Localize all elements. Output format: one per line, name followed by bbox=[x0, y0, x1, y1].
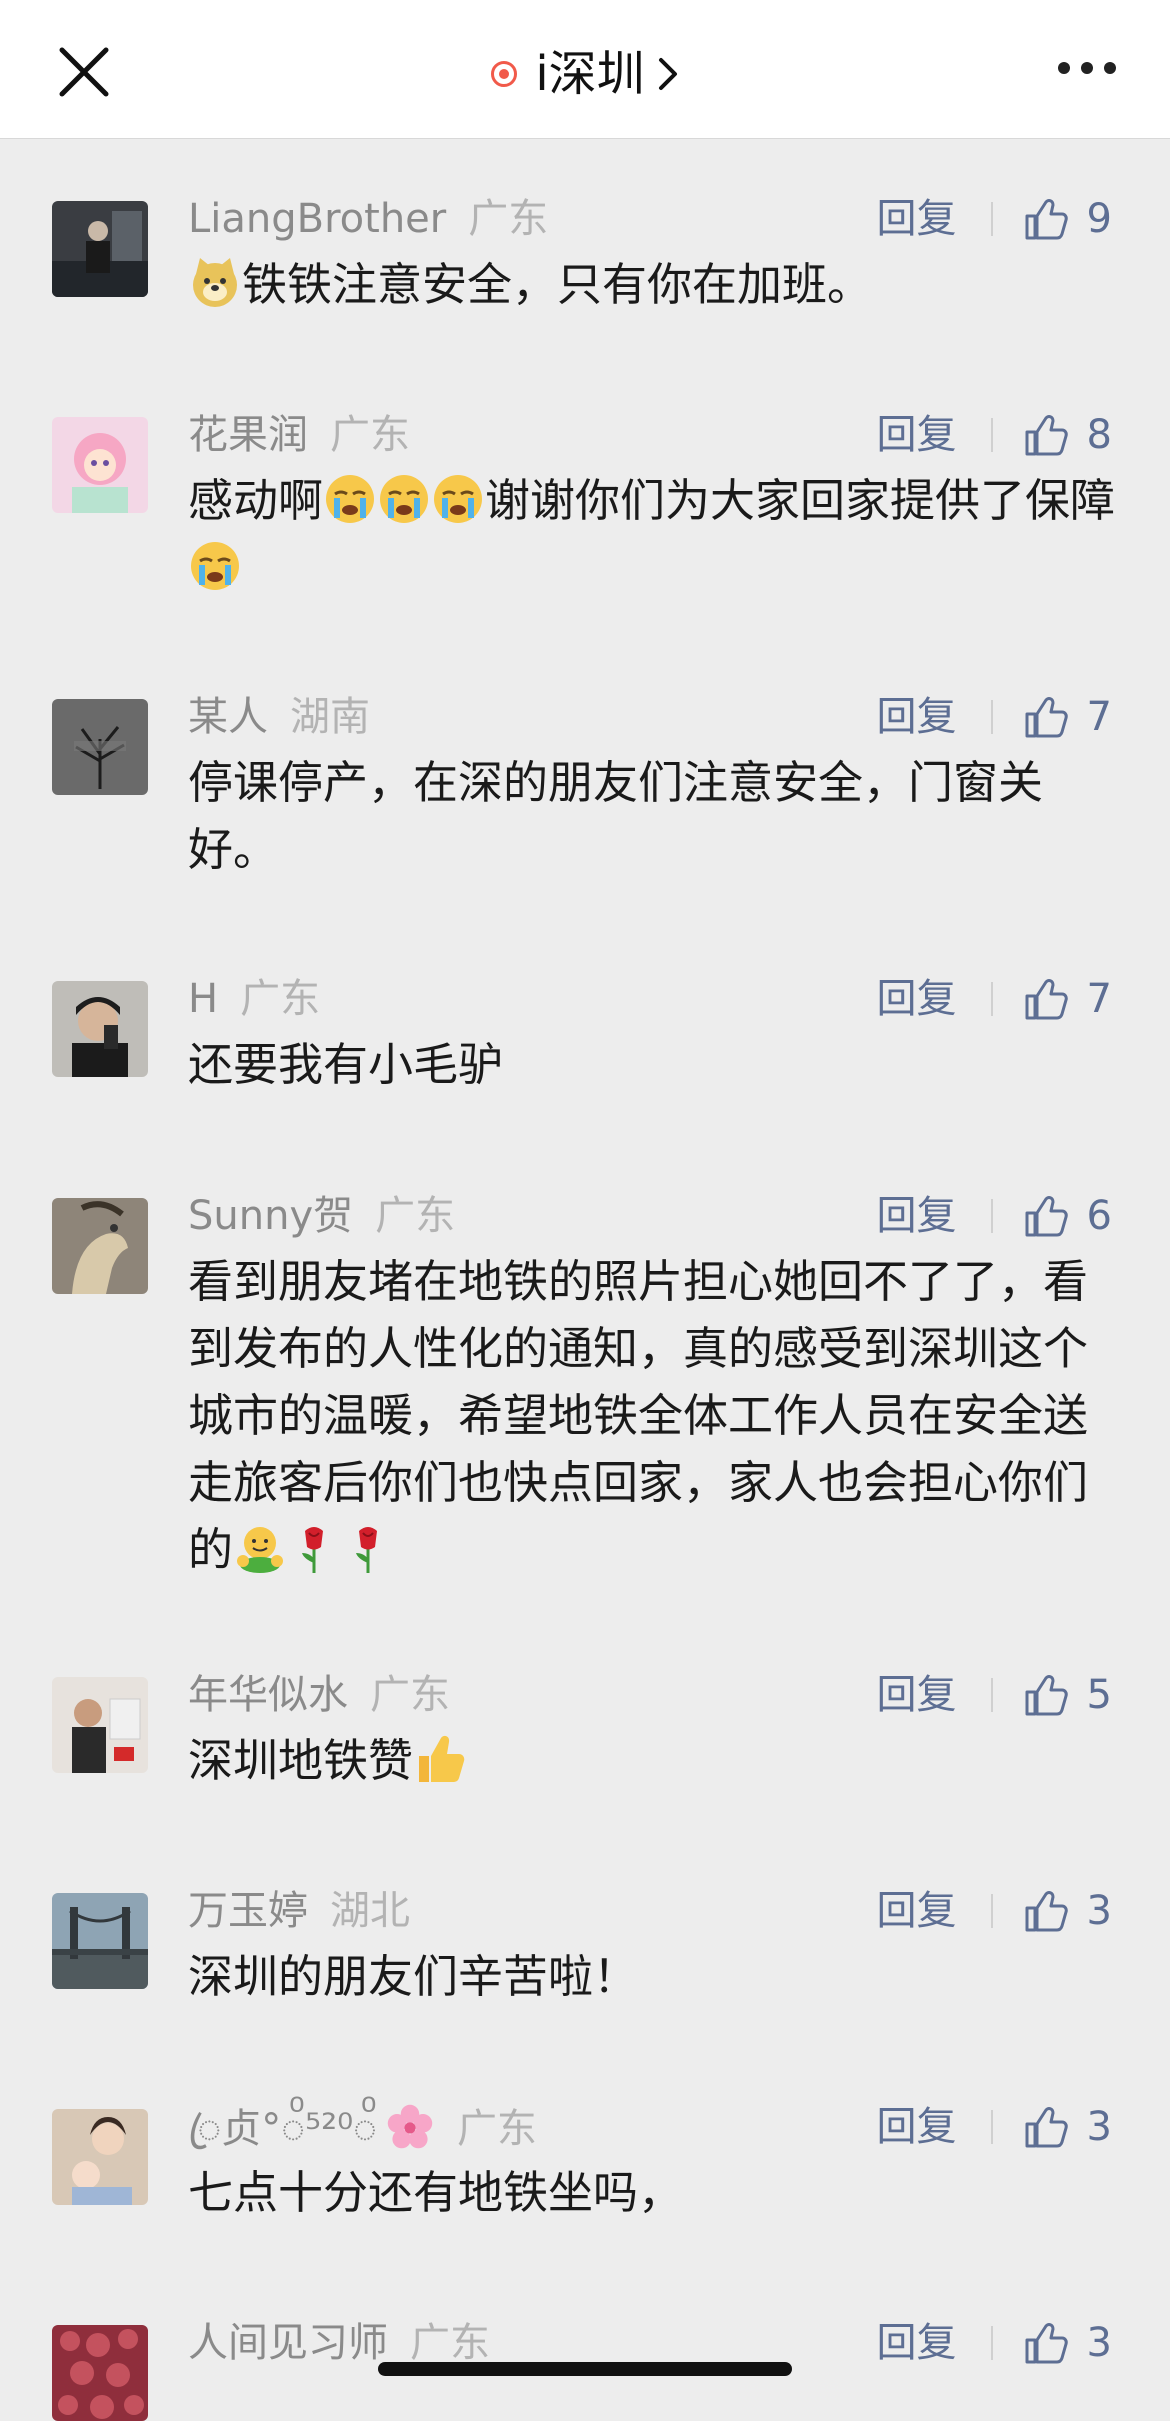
comment-text: 停课停产，在深的朋友们注意安全，门窗关好。 bbox=[188, 756, 1044, 876]
commenter-name[interactable]: 万玉婷 bbox=[188, 1888, 308, 1934]
chevron-right-icon bbox=[658, 58, 677, 90]
comment-text: 深圳的朋友们辛苦啦！ bbox=[188, 1950, 639, 2003]
like-button[interactable]: 3 bbox=[1023, 1886, 1112, 1936]
divider bbox=[990, 2110, 993, 2144]
divider bbox=[990, 1678, 993, 1712]
commenter-name[interactable]: 某人 bbox=[188, 694, 268, 740]
divider bbox=[990, 202, 993, 236]
avatar[interactable] bbox=[52, 2325, 148, 2421]
comment-text: 深圳地铁赞 bbox=[188, 1727, 1118, 1794]
comment-text: 感动啊 谢谢你们为大家回家提供了保障 bbox=[188, 467, 1118, 601]
like-button[interactable]: 9 bbox=[1023, 194, 1112, 244]
hugging-emoji-icon bbox=[237, 1527, 284, 1573]
reply-button[interactable]: 回复 bbox=[877, 1670, 957, 1720]
reply-button[interactable]: 回复 bbox=[877, 974, 957, 1024]
thumbs-up-icon bbox=[1025, 1891, 1068, 1932]
rose-emoji-icon bbox=[302, 1527, 324, 1573]
commenter-name[interactable]: ꦿ贞°◌ͦ⁵²⁰◌ͦ bbox=[188, 2106, 377, 2152]
doge-emoji-icon bbox=[193, 258, 237, 307]
like-button[interactable]: 5 bbox=[1023, 1670, 1112, 1720]
commenter-location: 广东 bbox=[240, 976, 321, 1022]
avatar[interactable] bbox=[52, 417, 148, 513]
like-count: 3 bbox=[1086, 2320, 1112, 2366]
more-dots-icon[interactable] bbox=[1056, 56, 1118, 80]
commenter-location: 广东 bbox=[370, 1672, 450, 1718]
crying-emoji-icon bbox=[380, 475, 429, 523]
commenter-name[interactable]: LiangBrother bbox=[188, 196, 446, 242]
like-button[interactable]: 3 bbox=[1023, 2318, 1112, 2368]
like-count: 9 bbox=[1086, 196, 1112, 242]
commenter-location: 广东 bbox=[330, 412, 410, 458]
like-count: 8 bbox=[1086, 412, 1112, 458]
reply-button[interactable]: 回复 bbox=[877, 692, 957, 742]
commenter-location: 湖北 bbox=[330, 1888, 410, 1934]
record-dot-icon bbox=[491, 61, 518, 87]
thumbs-up-icon bbox=[1025, 697, 1068, 738]
thumbs-up-icon bbox=[1025, 2107, 1068, 2148]
commenter-name[interactable]: 花果润 bbox=[188, 412, 308, 458]
crying-emoji-icon bbox=[191, 542, 239, 590]
comment-text: 七点十分还有地铁坐吗， bbox=[188, 2166, 684, 2219]
thumbs-up-icon bbox=[1025, 1675, 1068, 1716]
comment-text: 还要我有小毛驴 bbox=[188, 1038, 504, 1091]
divider bbox=[990, 2326, 993, 2360]
nav-bar: i深圳 bbox=[0, 0, 1170, 139]
thumbs-up-icon bbox=[1025, 199, 1068, 240]
avatar[interactable] bbox=[52, 981, 148, 1077]
thumbs-up-icon bbox=[1025, 979, 1068, 1020]
comment-text: 看到朋友堵在地铁的照片担心她回不了了，看到发布的人性化的通知，真的感受到深圳这个… bbox=[188, 1255, 1089, 1576]
commenter-location: 湖南 bbox=[290, 694, 370, 740]
like-button[interactable]: 3 bbox=[1023, 2102, 1112, 2152]
commenter-location: 广东 bbox=[410, 2320, 490, 2366]
cherry-blossom-icon bbox=[387, 2104, 433, 2149]
account-title-link[interactable]: i深圳 bbox=[0, 44, 1170, 104]
divider bbox=[990, 1894, 993, 1928]
crying-emoji-icon bbox=[326, 475, 375, 523]
home-indicator[interactable] bbox=[378, 2362, 792, 2376]
reply-button[interactable]: 回复 bbox=[877, 1191, 957, 1241]
commenter-name[interactable]: H bbox=[188, 976, 218, 1022]
page-title: i深圳 bbox=[535, 46, 645, 102]
like-count: 6 bbox=[1086, 1193, 1112, 1239]
avatar[interactable] bbox=[52, 2109, 148, 2205]
comment-text: 铁铁注意安全，只有你在加班。 bbox=[188, 251, 1118, 318]
divider bbox=[990, 1199, 993, 1233]
divider bbox=[990, 418, 993, 452]
like-count: 3 bbox=[1086, 1888, 1112, 1934]
divider bbox=[990, 982, 993, 1016]
divider bbox=[990, 700, 993, 734]
thumbs-up-icon bbox=[1025, 415, 1068, 456]
thumbs-up-icon bbox=[1025, 1196, 1068, 1237]
like-count: 3 bbox=[1086, 2104, 1112, 2150]
avatar[interactable] bbox=[52, 699, 148, 795]
commenter-location: 广东 bbox=[468, 196, 549, 242]
avatar[interactable] bbox=[52, 201, 148, 297]
commenter-location: 广东 bbox=[375, 1193, 456, 1239]
avatar[interactable] bbox=[52, 1677, 148, 1773]
commenter-location: 广东 bbox=[456, 2106, 537, 2152]
reply-button[interactable]: 回复 bbox=[877, 410, 957, 460]
avatar[interactable] bbox=[52, 1198, 148, 1294]
reply-button[interactable]: 回复 bbox=[877, 1886, 957, 1936]
rose-emoji-icon bbox=[356, 1527, 378, 1573]
commenter-name[interactable]: 人间见习师 bbox=[188, 2320, 388, 2366]
like-count: 7 bbox=[1086, 976, 1112, 1022]
like-count: 5 bbox=[1086, 1672, 1112, 1718]
reply-button[interactable]: 回复 bbox=[877, 194, 957, 244]
commenter-name[interactable]: Sunny贺 bbox=[188, 1193, 353, 1239]
like-button[interactable]: 7 bbox=[1023, 692, 1112, 742]
avatar[interactable] bbox=[52, 1893, 148, 1989]
like-count: 7 bbox=[1086, 694, 1112, 740]
thumbs-up-icon bbox=[1025, 2323, 1068, 2364]
thumbs-up-emoji-icon bbox=[419, 1735, 465, 1782]
reply-button[interactable]: 回复 bbox=[877, 2318, 957, 2368]
like-button[interactable]: 7 bbox=[1023, 974, 1112, 1024]
like-button[interactable]: 8 bbox=[1023, 410, 1112, 460]
commenter-name[interactable]: 年华似水 bbox=[188, 1672, 348, 1718]
crying-emoji-icon bbox=[434, 475, 483, 523]
like-button[interactable]: 6 bbox=[1023, 1191, 1112, 1241]
reply-button[interactable]: 回复 bbox=[877, 2102, 957, 2152]
